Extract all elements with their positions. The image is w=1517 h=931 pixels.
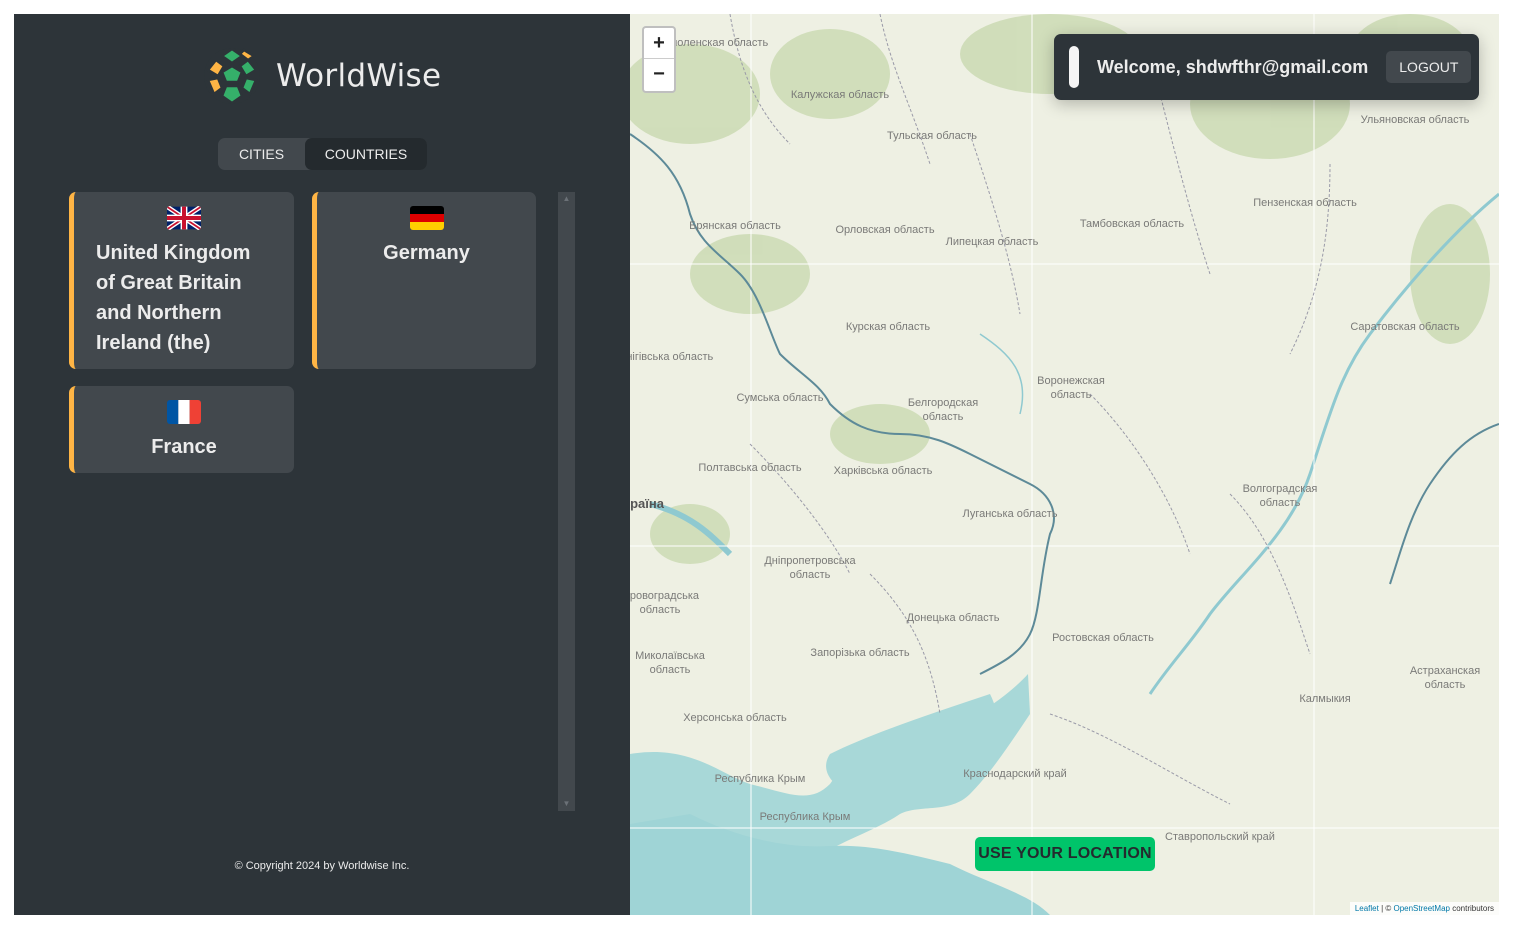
logo[interactable]: WorldWise [202,46,441,106]
map-place-label: Курская область [845,321,931,333]
osm-link[interactable]: OpenStreetMap [1393,904,1449,913]
map-place-label: Тамбовская область [1079,218,1185,230]
country-name: Germany [383,242,470,264]
map-place-label: Ставропольский край [1165,831,1275,843]
scroll-down-icon[interactable]: ▼ [558,797,575,811]
map-place-label: Україна [630,496,664,511]
map-place-label: Ульяновская область [1360,114,1470,126]
map-place-label: Полтавська область [698,462,802,474]
zoom-in-button[interactable]: + [644,28,674,59]
country-item-france[interactable]: France [69,386,294,473]
map-place-label: Ростовская область [1052,632,1154,644]
map-place-label: Пензенская область [1253,197,1357,209]
map-place-label: Саратовская область [1350,321,1460,333]
map-place-label: Калмыкия [1299,693,1351,705]
map-place-label: Сумська область [736,392,824,404]
copyright: © Copyright 2024 by Worldwise Inc. [234,860,410,872]
map-place-label: Республика Крым [714,773,806,785]
country-item-united-kingdom[interactable]: United Kingdom of Great Britain and Nort… [69,192,294,369]
scroll-up-icon[interactable]: ▲ [558,192,575,206]
sidebar: WorldWise Cities Countries United Kingdo… [14,14,630,915]
map-place-label: Чернігівська область [630,351,714,363]
avatar [1069,46,1079,88]
map-place-label: Миколаївська область [635,650,705,676]
map[interactable]: Смоленская область Калужская область Тульс… [630,14,1499,915]
zoom-out-button[interactable]: − [644,59,674,90]
map-place-label: Луганська область [962,508,1058,520]
germany-flag-icon [409,206,444,230]
map-place-label: Дніпропетровська область [764,555,856,581]
map-place-label: Брянская область [689,220,781,232]
logout-button[interactable]: Logout [1386,51,1472,83]
map-place-label: Орловская область [835,224,935,236]
map-place-label: Белгородская область [907,397,979,423]
country-list-scrollbar[interactable]: ▲ ▼ [558,192,575,811]
app-layout: WorldWise Cities Countries United Kingdo… [14,14,1499,915]
france-flag-icon [167,400,201,424]
country-name: France [151,436,217,458]
attribution-separator: | © [1378,904,1394,913]
view-tabs: Cities Countries [218,138,427,170]
tab-countries[interactable]: Countries [305,138,427,170]
map-place-label: Кіровоградська область [630,590,699,616]
use-location-button[interactable]: USE YOUR LOCATION [975,837,1155,871]
map-place-label: Республика Крым [759,811,851,823]
map-place-label: Харківська область [833,465,933,477]
map-place-label: Краснодарский край [963,768,1067,780]
logo-text: WorldWise [276,58,442,94]
map-place-label: Воронежская область [1037,375,1105,401]
map-place-label: Тульская область [887,130,977,142]
worldwise-logo-icon [204,47,260,105]
uk-flag-icon [167,206,201,230]
country-item-germany[interactable]: Germany [312,192,536,369]
welcome-text: Welcome, shdwfthr@gmail.com [1097,56,1369,77]
map-place-label: Калужская область [790,89,890,101]
map-place-label: Волгоградская область [1242,483,1318,509]
tab-cities[interactable]: Cities [218,138,305,170]
map-place-label: Херсонська область [683,712,787,724]
map-place-label: Запорізька область [810,647,910,659]
country-name: United Kingdom of Great Britain and Nort… [96,242,251,354]
map-attribution: Leaflet | © OpenStreetMap contributors [1349,902,1499,915]
zoom-control: + − [642,26,676,93]
attribution-suffix: contributors [1449,904,1494,913]
map-place-label: Астраханская область [1409,665,1481,691]
map-place-label: Липецкая область [945,236,1039,248]
user-panel: Welcome, shdwfthr@gmail.com Logout [1054,34,1479,100]
map-place-label: Донецька область [906,612,1000,624]
leaflet-link[interactable]: Leaflet [1355,904,1379,913]
map-place-label: Смоленская область [661,37,769,49]
